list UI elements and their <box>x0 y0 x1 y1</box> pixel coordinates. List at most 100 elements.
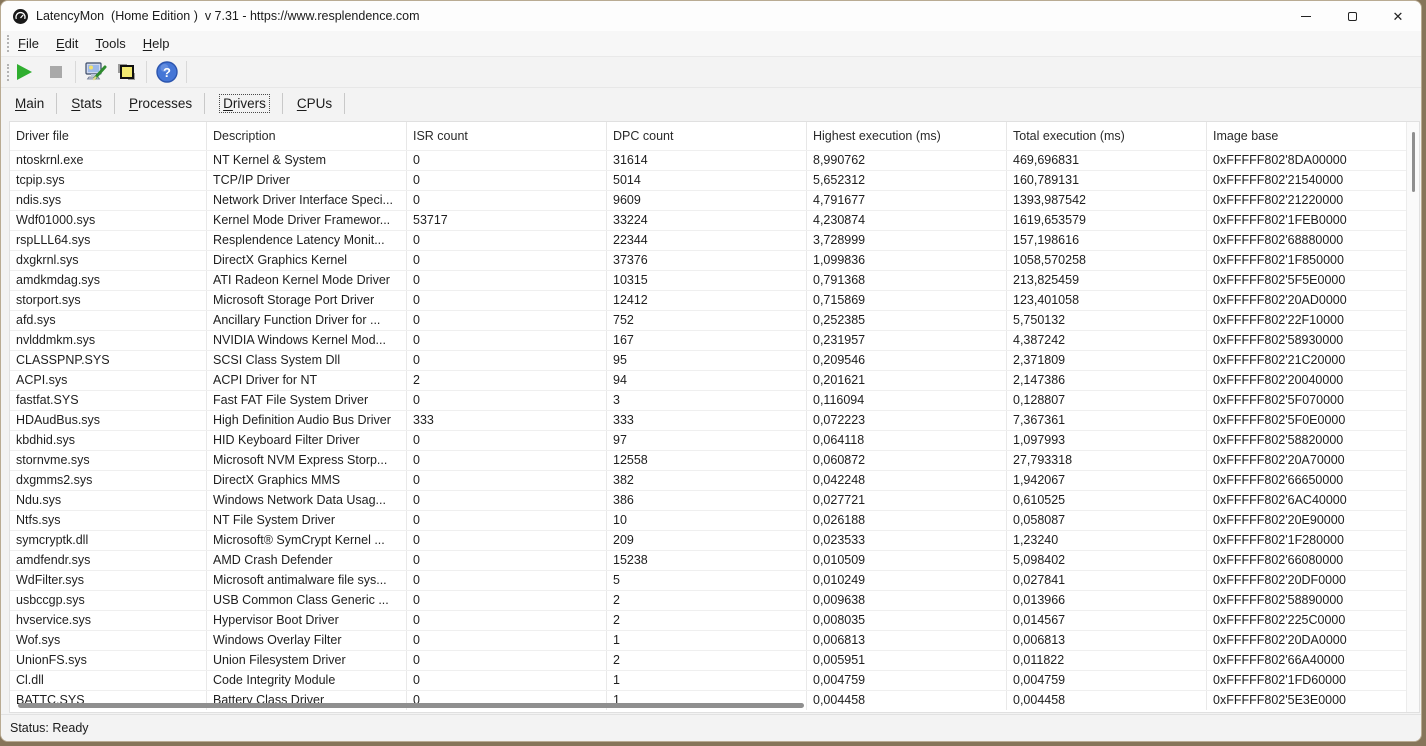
table-cell: afd.sys <box>10 311 207 330</box>
table-cell: Windows Overlay Filter <box>207 631 407 650</box>
maximize-button[interactable] <box>1329 1 1375 31</box>
table-cell: 0,231957 <box>807 331 1007 350</box>
table-cell: 0 <box>407 491 607 510</box>
horizontal-scrollbar-thumb[interactable] <box>18 703 804 708</box>
table-row[interactable]: HDAudBus.sysHigh Definition Audio Bus Dr… <box>10 410 1419 430</box>
stop-icon <box>50 66 62 78</box>
table-cell: 5 <box>607 571 807 590</box>
table-row[interactable]: UnionFS.sysUnion Filesystem Driver020,00… <box>10 650 1419 670</box>
help-button[interactable]: ? <box>153 59 180 86</box>
options-button[interactable] <box>82 59 109 86</box>
resize-grip[interactable] <box>1408 728 1416 736</box>
table-row[interactable]: afd.sysAncillary Function Driver for ...… <box>10 310 1419 330</box>
column-header-description[interactable]: Description <box>207 122 407 150</box>
table-cell: 0,610525 <box>1007 491 1207 510</box>
table-cell: 37376 <box>607 251 807 270</box>
minimize-button[interactable] <box>1283 1 1329 31</box>
start-monitor-button[interactable] <box>11 59 38 86</box>
table-cell: 0xFFFFF802'21C20000 <box>1207 351 1419 370</box>
tab-stats[interactable]: Stats <box>59 89 114 118</box>
table-cell: ATI Radeon Kernel Mode Driver <box>207 271 407 290</box>
table-cell: Code Integrity Module <box>207 671 407 690</box>
toolbar-separator <box>186 61 187 83</box>
table-cell: 5,652312 <box>807 171 1007 190</box>
menu-help[interactable]: Help <box>135 31 178 56</box>
in-depth-tests-button[interactable] <box>113 59 140 86</box>
table-row[interactable]: ntoskrnl.exeNT Kernel & System0316148,99… <box>10 150 1419 170</box>
table-row[interactable]: Wof.sysWindows Overlay Filter010,0068130… <box>10 630 1419 650</box>
table-row[interactable]: storport.sysMicrosoft Storage Port Drive… <box>10 290 1419 310</box>
window-title: LatencyMon (Home Edition ) v 7.31 - http… <box>36 9 420 23</box>
table-row[interactable]: ACPI.sysACPI Driver for NT2940,2016212,1… <box>10 370 1419 390</box>
table-row[interactable]: kbdhid.sysHID Keyboard Filter Driver0970… <box>10 430 1419 450</box>
stop-monitor-button[interactable] <box>42 59 69 86</box>
table-cell: 0xFFFFF802'20AD0000 <box>1207 291 1419 310</box>
table-cell: stornvme.sys <box>10 451 207 470</box>
table-cell: Microsoft Storage Port Driver <box>207 291 407 310</box>
table-row[interactable]: amdkmdag.sysATI Radeon Kernel Mode Drive… <box>10 270 1419 290</box>
table-row[interactable]: Ndu.sysWindows Network Data Usag...03860… <box>10 490 1419 510</box>
table-cell: 1,099836 <box>807 251 1007 270</box>
tab-cpus[interactable]: CPUs <box>285 89 344 118</box>
table-row[interactable]: ndis.sysNetwork Driver Interface Speci..… <box>10 190 1419 210</box>
table-row[interactable]: WdFilter.sysMicrosoft antimalware file s… <box>10 570 1419 590</box>
menu-tools[interactable]: Tools <box>87 31 133 56</box>
table-row[interactable]: stornvme.sysMicrosoft NVM Express Storp.… <box>10 450 1419 470</box>
table-cell: 3 <box>607 391 807 410</box>
table-row[interactable]: symcryptk.dllMicrosoft® SymCrypt Kernel … <box>10 530 1419 550</box>
column-header-highest-execution[interactable]: Highest execution (ms) <box>807 122 1007 150</box>
table-row[interactable]: usbccgp.sysUSB Common Class Generic ...0… <box>10 590 1419 610</box>
table-row[interactable]: Wdf01000.sysKernel Mode Driver Framewor.… <box>10 210 1419 230</box>
table-cell: 0 <box>407 351 607 370</box>
table-cell: 0 <box>407 671 607 690</box>
vertical-scrollbar-thumb[interactable] <box>1412 132 1415 192</box>
table-cell: ndis.sys <box>10 191 207 210</box>
table-row[interactable]: nvlddmkm.sysNVIDIA Windows Kernel Mod...… <box>10 330 1419 350</box>
toolbar-separator <box>146 61 147 83</box>
table-cell: 0,005951 <box>807 651 1007 670</box>
table-cell: Wof.sys <box>10 631 207 650</box>
table-cell: usbccgp.sys <box>10 591 207 610</box>
titlebar: LatencyMon (Home Edition ) v 7.31 - http… <box>1 1 1421 31</box>
table-cell: amdkmdag.sys <box>10 271 207 290</box>
table-row[interactable]: tcpip.sysTCP/IP Driver050145,652312160,7… <box>10 170 1419 190</box>
table-row[interactable]: CLASSPNP.SYSSCSI Class System Dll0950,20… <box>10 350 1419 370</box>
tab-separator <box>204 93 205 114</box>
tab-separator <box>344 93 345 114</box>
vertical-scrollbar[interactable] <box>1406 122 1419 712</box>
table-cell: 0,027721 <box>807 491 1007 510</box>
column-header-total-execution[interactable]: Total execution (ms) <box>1007 122 1207 150</box>
toolbar: ? <box>1 57 1421 88</box>
table-cell: 0xFFFFF802'5F0E0000 <box>1207 411 1419 430</box>
menu-file[interactable]: File <box>10 31 47 56</box>
tab-processes[interactable]: Processes <box>117 89 204 118</box>
toolbar-gripper[interactable] <box>7 64 9 81</box>
close-button[interactable]: ✕ <box>1375 1 1421 31</box>
table-row[interactable]: dxgmms2.sysDirectX Graphics MMS03820,042… <box>10 470 1419 490</box>
table-row[interactable]: dxgkrnl.sysDirectX Graphics Kernel037376… <box>10 250 1419 270</box>
table-cell: Ancillary Function Driver for ... <box>207 311 407 330</box>
table-cell: 1 <box>607 671 807 690</box>
toolbar-separator <box>75 61 76 83</box>
menubar-gripper[interactable] <box>7 35 9 52</box>
status-text: Status: Ready <box>10 721 89 735</box>
tab-main[interactable]: Main <box>3 89 56 118</box>
table-cell: 160,789131 <box>1007 171 1207 190</box>
column-header-image-base[interactable]: Image base <box>1207 122 1419 150</box>
table-row[interactable]: fastfat.SYSFast FAT File System Driver03… <box>10 390 1419 410</box>
table-cell: 0 <box>407 611 607 630</box>
tab-drivers[interactable]: Drivers <box>207 89 282 118</box>
table-row[interactable]: rspLLL64.sysResplendence Latency Monit..… <box>10 230 1419 250</box>
column-header-dpc-count[interactable]: DPC count <box>607 122 807 150</box>
table-cell: ACPI.sys <box>10 371 207 390</box>
table-cell: 1,942067 <box>1007 471 1207 490</box>
column-header-driver-file[interactable]: Driver file <box>10 122 207 150</box>
menu-edit[interactable]: Edit <box>48 31 86 56</box>
table-row[interactable]: Cl.dllCode Integrity Module010,0047590,0… <box>10 670 1419 690</box>
table-row[interactable]: amdfendr.sysAMD Crash Defender0152380,01… <box>10 550 1419 570</box>
table-cell: 0 <box>407 431 607 450</box>
table-row[interactable]: Ntfs.sysNT File System Driver0100,026188… <box>10 510 1419 530</box>
column-header-isr-count[interactable]: ISR count <box>407 122 607 150</box>
table-row[interactable]: hvservice.sysHypervisor Boot Driver020,0… <box>10 610 1419 630</box>
table-cell: 752 <box>607 311 807 330</box>
